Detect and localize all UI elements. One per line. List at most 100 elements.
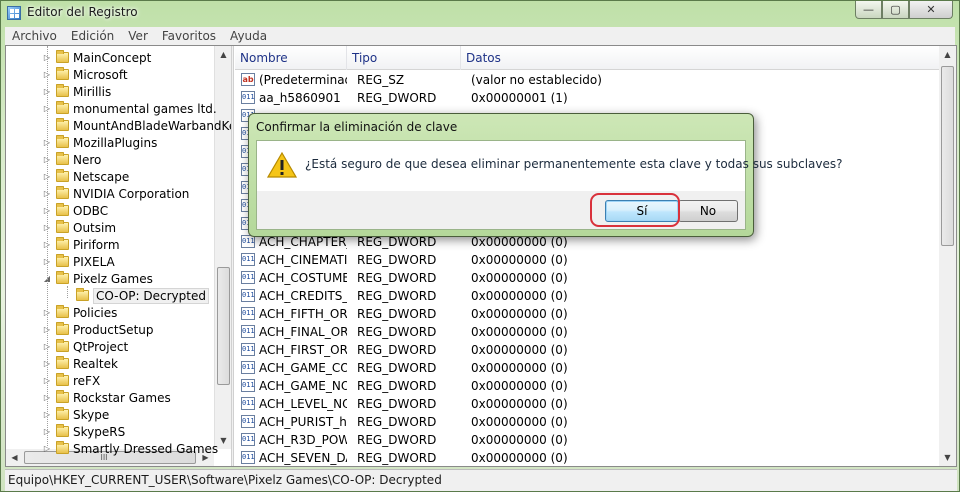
tree-item[interactable]: CO-OP: Decrypted [62, 287, 209, 304]
dialog-message: ¿Está seguro de que desea eliminar perma… [305, 157, 843, 171]
scroll-left-arrow-icon[interactable]: ◀ [6, 449, 23, 466]
value-type: REG_DWORD [357, 415, 437, 429]
tree-item-label: Netscape [73, 169, 130, 184]
tree-item-label: QtProject [73, 339, 129, 354]
value-type: REG_SZ [357, 73, 405, 87]
value-name: ACH_COSTUME... [259, 271, 347, 285]
list-scroll-up-arrow-icon[interactable]: ▲ [939, 46, 956, 63]
pane-splitter[interactable] [231, 46, 234, 466]
tree-item[interactable]: ▷ Policies [42, 304, 117, 321]
value-data: 0x00000000 (0) [471, 379, 568, 393]
value-row[interactable]: 011 ACH_FIFTH_OR... REG_DWORD 0x00000000 (0… [235, 305, 939, 323]
key-tree-pane: ▲ ▼ ◀ III ▶ ▷ MainConcept ▷ Microsoft ▷ Miril… [6, 46, 231, 466]
value-row[interactable]: 011 ACH_PURIST_h3... REG_DWORD 0x00000000 (… [235, 413, 939, 431]
value-data: 0x00000001 (1) [471, 91, 568, 105]
list-vertical-scrollbar[interactable]: ▲ ▼ [939, 46, 956, 466]
value-row[interactable]: 011 ACH_FINAL_OR... REG_DWORD 0x00000000 (0… [235, 323, 939, 341]
tree-item[interactable]: ▷ Nero [42, 151, 101, 168]
value-row[interactable]: 011 aa_h5860901 REG_DWORD 0x00000001 (1) [235, 89, 939, 107]
menu-ayuda[interactable]: Ayuda [223, 29, 274, 43]
value-row[interactable]: 011 ACH_FIRST_ORB... REG_DWORD 0x00000000 (… [235, 341, 939, 359]
tree-item[interactable]: ▷ MainConcept [42, 49, 151, 66]
tree-item-label: Nero [73, 152, 102, 167]
value-row[interactable]: 011 ACH_CINEMATI... REG_DWORD 0x00000000 (0… [235, 251, 939, 269]
menu-ver[interactable]: Ver [121, 29, 155, 43]
tree-item[interactable]: ▷ monumental games ltd. [42, 100, 217, 117]
value-name: ACH_FINAL_OR... [259, 325, 347, 339]
tree-item[interactable]: MountAndBladeWarbandKe [42, 117, 231, 134]
maximize-button[interactable]: ▢ [882, 1, 909, 19]
tree-item[interactable]: ▷ Mirillis [42, 83, 111, 100]
value-type: REG_DWORD [357, 451, 437, 465]
tree-item[interactable]: ▷ NVIDIA Corporation [42, 185, 189, 202]
client-area: ▲ ▼ ◀ III ▶ ▷ MainConcept ▷ Microsoft ▷ Miril… [5, 45, 957, 467]
folder-icon [56, 101, 69, 114]
tree-guide-line [47, 46, 48, 446]
tree-item-label: Realtek [73, 356, 118, 371]
value-type: REG_DWORD [357, 289, 437, 303]
tree-item[interactable]: ▷ Skype [42, 406, 109, 423]
tree-item[interactable]: ▷ MozillaPlugins [42, 134, 157, 151]
tree-item[interactable]: ▷ Smartly Dressed Games [42, 440, 218, 457]
value-name: ACH_SEVEN_DA... [259, 451, 347, 465]
tree-item[interactable]: ▷ PIXELA [42, 253, 115, 270]
menu-edicion[interactable]: Edición [64, 29, 121, 43]
folder-icon [56, 118, 69, 131]
column-header-datos[interactable]: Datos [461, 46, 939, 70]
value-row[interactable]: ab (Predeterminado) REG_SZ (valor no establ… [235, 71, 939, 89]
menu-favoritos[interactable]: Favoritos [155, 29, 223, 43]
menu-archivo[interactable]: Archivo [5, 29, 64, 43]
value-type: REG_DWORD [357, 361, 437, 375]
tree-item-label: PIXELA [73, 254, 115, 269]
folder-icon [56, 339, 69, 352]
tree-item[interactable]: ▷ Piriform [42, 236, 120, 253]
folder-icon [56, 169, 69, 182]
folder-icon [56, 67, 69, 80]
title-bar[interactable]: Editor del Registro — ▢ ✕ [1, 1, 959, 25]
tree-item[interactable]: ▷ reFX [42, 372, 100, 389]
tree-item[interactable]: ▷ Netscape [42, 168, 129, 185]
value-type: REG_DWORD [357, 343, 437, 357]
tree-item[interactable]: ▷ SkypeRS [42, 423, 125, 440]
caption-buttons: — ▢ ✕ [855, 1, 953, 19]
value-row[interactable]: 011 ACH_R3D_POW... REG_DWORD 0x00000000 (0) [235, 431, 939, 449]
tree-item[interactable]: ▷ Rockstar Games [42, 389, 171, 406]
tree-item[interactable]: ▷ Realtek [42, 355, 118, 372]
value-type: REG_DWORD [357, 325, 437, 339]
binary-value-icon: 011 [241, 361, 255, 374]
tree-item[interactable]: ▷ ProductSetup [42, 321, 154, 338]
tree-item-label: Piriform [73, 237, 120, 252]
tree-item-label: Microsoft [73, 67, 128, 82]
value-row[interactable]: 011 ACH_LEVEL_NO... REG_DWORD 0x00000000 (0… [235, 395, 939, 413]
value-row[interactable]: 011 ACH_CREDITS_P... REG_DWORD 0x00000000 (… [235, 287, 939, 305]
close-button[interactable]: ✕ [909, 1, 953, 19]
column-header-tipo[interactable]: Tipo [347, 46, 461, 70]
list-header: Nombre Tipo Datos [235, 46, 939, 70]
tree-item-label: Policies [73, 305, 118, 320]
tree-item[interactable]: ▷ QtProject [42, 338, 128, 355]
tree-item-label: MainConcept [73, 50, 152, 65]
folder-icon [76, 288, 89, 301]
minimize-button[interactable]: — [855, 1, 882, 19]
folder-icon [56, 356, 69, 369]
string-value-icon: ab [241, 73, 255, 86]
value-row[interactable]: 011 ACH_SEVEN_DA... REG_DWORD 0x00000000 (0… [235, 449, 939, 466]
column-header-nombre[interactable]: Nombre [235, 46, 347, 70]
no-button[interactable]: No [678, 200, 738, 222]
tree-item[interactable]: ▷ Microsoft [42, 66, 128, 83]
folder-icon [56, 407, 69, 420]
tree-scroll-thumb[interactable] [217, 267, 230, 385]
list-scroll-thumb[interactable] [941, 66, 954, 246]
tree-item[interactable]: ▷ Outsim [42, 219, 116, 236]
value-type: REG_DWORD [357, 307, 437, 321]
scroll-up-arrow-icon[interactable]: ▲ [215, 46, 231, 63]
value-row[interactable]: 011 ACH_GAME_NO... REG_DWORD 0x00000000 (0) [235, 377, 939, 395]
value-row[interactable]: 011 ACH_GAME_CO... REG_DWORD 0x00000000 (0) [235, 359, 939, 377]
tree-item[interactable]: ◢ Pixelz Games [42, 270, 153, 287]
tree-item-label: MountAndBladeWarbandKe [73, 118, 231, 133]
value-data: 0x00000000 (0) [471, 397, 568, 411]
list-scroll-down-arrow-icon[interactable]: ▼ [939, 449, 956, 466]
value-row[interactable]: 011 ACH_COSTUME... REG_DWORD 0x00000000 (0) [235, 269, 939, 287]
tree-item[interactable]: ▷ ODBC [42, 202, 108, 219]
value-name: ACH_GAME_NO... [259, 379, 347, 393]
